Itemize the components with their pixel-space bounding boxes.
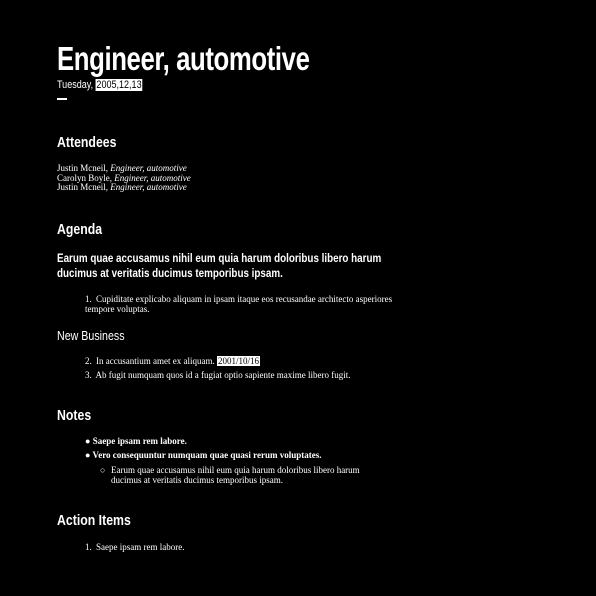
meeting-date: Tuesday, 2005,12,13 <box>57 79 143 92</box>
item-number: 3. <box>85 370 92 380</box>
date-weekday: Tuesday, <box>57 79 94 91</box>
bullet-dot: ● <box>85 436 91 446</box>
notes-item: ● Saepe ipsam rem labore. <box>85 436 187 446</box>
action-item: 1. Saepe ipsam rem labore. <box>85 542 415 552</box>
item-text: Ab fugit numquam quos id a fugiat optio … <box>95 370 351 380</box>
item-date: 2001/10/16 <box>216 356 260 366</box>
notes-heading: Notes <box>57 407 92 424</box>
new-business-heading: New Business <box>57 328 125 343</box>
attendee-role: Engineer, automotive <box>110 182 187 193</box>
agenda-heading: Agenda <box>57 221 103 238</box>
item-number: 1. <box>85 542 92 552</box>
date-value: 2005,12,13 <box>95 79 143 91</box>
agenda-topic: Earum quae accusamus nihil eum quia haru… <box>57 251 382 280</box>
notes-sub-item: ○ Earum quae accusamus nihil eum quia ha… <box>100 465 391 485</box>
item-text: Earum quae accusamus nihil eum quia haru… <box>111 465 360 485</box>
agenda-item: 1. Cupiditate explicabo aliquam in ipsam… <box>85 294 415 314</box>
attendees-list: Justin Mcneil, Engineer, automotive Caro… <box>57 163 191 193</box>
attendee-name: Justin Mcneil, <box>57 163 108 173</box>
item-text: Cupiditate explicabo aliquam in ipsam it… <box>85 294 393 314</box>
item-text: Saepe ipsam rem labore. <box>96 542 185 552</box>
attendee-name: Carolyn Boyle, <box>57 172 112 183</box>
new-business-item: 3. Ab fugit numquam quos id a fugiat opt… <box>85 370 415 380</box>
item-text: In accusantium amet ex aliquam. <box>96 356 215 366</box>
action-items-heading: Action Items <box>57 512 131 529</box>
new-business-item: 2. In accusantium amet ex aliquam. 2001/… <box>85 356 415 366</box>
title-divider <box>57 98 67 100</box>
attendee-role: Engineer, automotive <box>114 172 191 183</box>
bullet-dot: ● <box>85 450 91 460</box>
attendee-name: Justin Mcneil, <box>57 182 108 193</box>
notes-item: ● Vero consequuntur numquam quae quasi r… <box>85 450 322 460</box>
item-text: Vero consequuntur numquam quae quasi rer… <box>92 450 322 460</box>
page-title: Engineer, automotive <box>57 40 310 77</box>
item-number: 1. <box>85 294 92 304</box>
attendee-item: Justin Mcneil, Engineer, automotive <box>57 182 191 193</box>
item-text: Saepe ipsam rem labore. <box>92 436 187 446</box>
circle-bullet: ○ <box>100 465 106 475</box>
attendees-heading: Attendees <box>57 134 117 151</box>
item-number: 2. <box>85 356 92 366</box>
attendee-role: Engineer, automotive <box>110 163 187 173</box>
